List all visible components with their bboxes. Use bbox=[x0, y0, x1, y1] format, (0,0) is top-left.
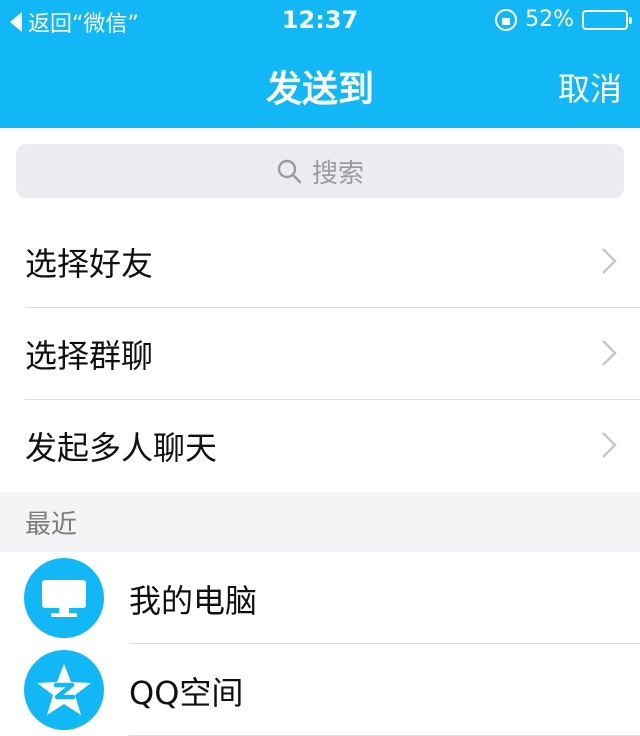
avatar bbox=[24, 558, 104, 638]
cancel-button[interactable]: 取消 bbox=[558, 64, 622, 110]
chevron-right-icon bbox=[602, 340, 617, 366]
rotation-lock-icon bbox=[495, 8, 518, 31]
select-group-chat-row[interactable]: 选择群聊 bbox=[0, 308, 640, 399]
recent-section-header: 最近 bbox=[0, 492, 640, 552]
status-bar: 返回“微信” 12:37 52% bbox=[0, 0, 640, 40]
chevron-right-icon bbox=[602, 432, 617, 458]
avatar bbox=[24, 650, 104, 730]
status-right: 52% bbox=[495, 7, 632, 32]
select-friends-row[interactable]: 选择好友 bbox=[0, 216, 640, 307]
contact-name: QQ空间 bbox=[129, 674, 244, 712]
search-icon bbox=[277, 159, 302, 184]
computer-icon bbox=[42, 580, 86, 617]
start-multi-chat-row[interactable]: 发起多人聊天 bbox=[0, 400, 640, 491]
contact-name: 我的电脑 bbox=[129, 582, 258, 620]
search-placeholder: 搜索 bbox=[311, 158, 364, 189]
start-multi-chat-label: 发起多人聊天 bbox=[25, 428, 218, 467]
select-group-chat-label: 选择群聊 bbox=[25, 336, 154, 375]
chevron-right-icon bbox=[602, 248, 617, 274]
battery-percent: 52% bbox=[525, 7, 574, 32]
recent-item-my-computer[interactable]: 我的电脑 bbox=[0, 552, 640, 644]
qzone-star-icon bbox=[37, 664, 91, 715]
search-bar[interactable]: 搜索 bbox=[16, 144, 624, 198]
select-friends-label: 选择好友 bbox=[25, 244, 154, 283]
battery-icon bbox=[582, 9, 632, 30]
recent-item-qzone[interactable]: QQ空间 bbox=[0, 644, 640, 736]
page-title: 发送到 bbox=[265, 69, 374, 110]
top-bar: 返回“微信” 12:37 52% 发送到 取消 bbox=[0, 0, 640, 128]
